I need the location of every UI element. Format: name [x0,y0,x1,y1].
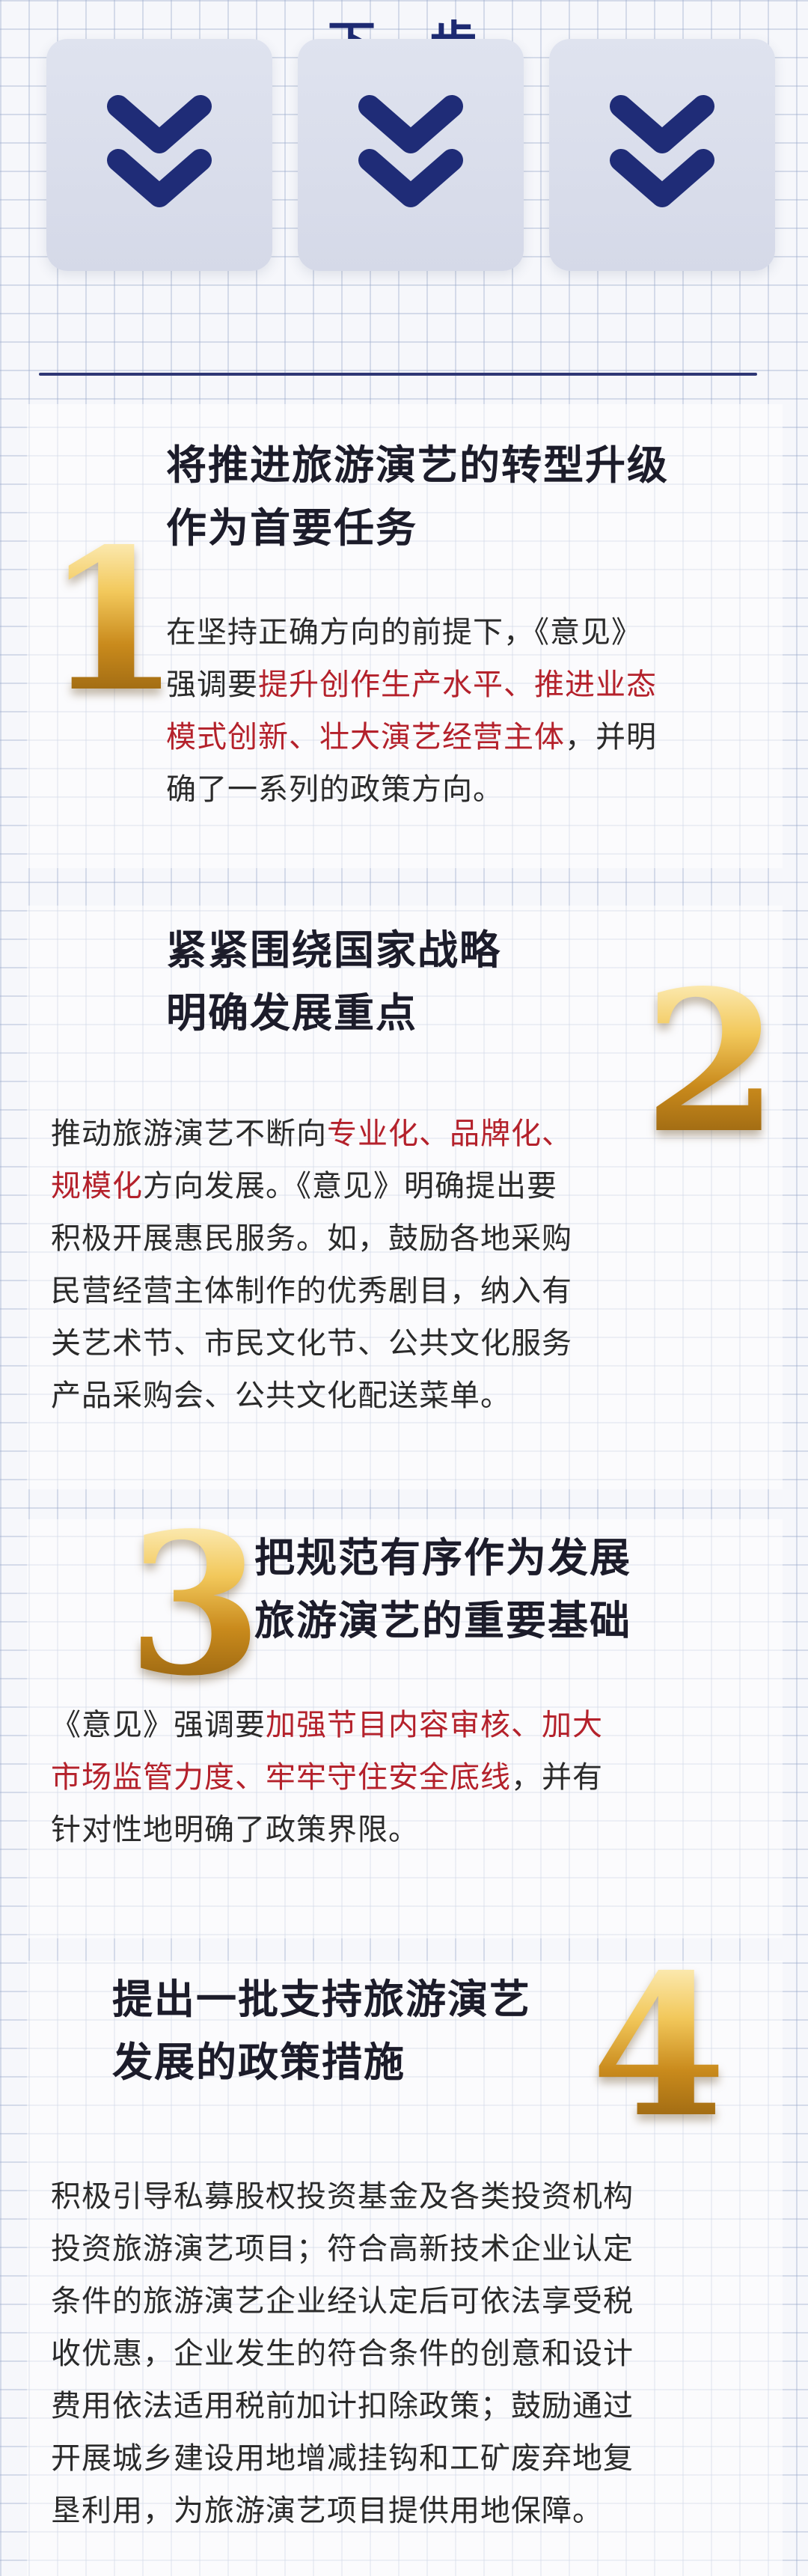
body-text: 《意见》强调要 [51,1708,266,1742]
section-4-number: 4 [591,1932,726,2161]
body-text: 方向发展。《意见》明确提出要 [143,1169,557,1203]
body-line: 规模化方向发展。《意见》明确提出要 [51,1160,572,1212]
body-text: ，并明 [565,720,657,754]
body-text: 条件的旅游演艺企业经认定后可依法享受税 [51,2284,634,2319]
section-3-heading: 把规范有序作为发展 旅游演艺的重要基础 [254,1527,631,1652]
highlight-text: 规模化 [51,1169,143,1203]
section-2-number: 2 [643,948,779,1176]
body-line: 费用依法适用税前加计扣除政策；鼓励通过 [51,2380,634,2432]
body-line: 积极开展惠民服务。如，鼓励各地采购 [51,1212,572,1265]
section-4-heading: 提出一批支持旅游演艺 发展的政策措施 [112,1968,531,2094]
chevron-card-1 [46,39,272,271]
heading-line: 明确发展重点 [166,989,417,1037]
chevron-card-3 [549,39,775,271]
body-text: 民营经营主体制作的优秀剧目，纳入有 [51,1274,572,1308]
heading-line: 发展的政策措施 [112,2039,405,2086]
heading-line: 提出一批支持旅游演艺 [112,1976,531,2023]
body-text: 产品采购会、公共文化配送菜单。 [51,1379,511,1413]
body-line: 投资旅游演艺项目；符合高新技术企业认定 [51,2223,634,2275]
body-line: 条件的旅游演艺企业经认定后可依法享受税 [51,2275,634,2328]
body-text: 积极开展惠民服务。如，鼓励各地采购 [51,1221,572,1256]
body-line: 关艺术节、市民文化节、公共文化服务 [51,1317,572,1370]
highlight-text: 专业化、品牌化、 [327,1117,572,1151]
highlight-text: 模式创新、壮大演艺经营主体 [166,720,565,754]
heading-line: 把规范有序作为发展 [254,1534,631,1581]
body-text: ，并有 [511,1760,603,1795]
body-line: 开展城乡建设用地增减挂钩和工矿废弃地复 [51,2432,634,2485]
body-text: 针对性地明确了政策界限。 [51,1813,419,1847]
section-2-body: 推动旅游演艺不断向专业化、品牌化、 规模化方向发展。《意见》明确提出要 积极开展惠民… [51,1108,572,1422]
body-text: 积极引导私募股权投资基金及各类投资机构 [51,2179,634,2214]
body-line: 在坚持正确方向的前提下，《意见》 [166,606,657,659]
body-text: 确了一系列的政策方向。 [166,772,504,807]
body-line: 针对性地明确了政策界限。 [51,1804,603,1856]
section-4-body: 积极引导私募股权投资基金及各类投资机构 投资旅游演艺项目；符合高新技术企业认定 条件… [51,2170,634,2537]
body-text: 关艺术节、市民文化节、公共文化服务 [51,1326,572,1361]
highlight-text: 提升创作生产水平、推进业态 [258,668,657,702]
body-text: 在坚持正确方向的前提下，《意见》 [166,615,642,650]
body-line: 收优惠，企业发生的符合条件的创意和设计 [51,2328,634,2380]
heading-line: 将推进旅游演艺的转型升级 [166,442,669,489]
section-1-body: 在坚持正确方向的前提下，《意见》 强调要提升创作生产水平、推进业态 模式创新、壮大演… [166,606,657,816]
heading-line: 作为首要任务 [166,504,417,552]
body-text: 收优惠，企业发生的符合条件的创意和设计 [51,2337,634,2371]
double-chevron-down-icon [107,95,212,207]
body-text: 强调要 [166,668,258,702]
body-text: 垦利用，为旅游演艺项目提供用地保障。 [51,2494,603,2528]
section-1-number: 1 [45,507,180,735]
section-2-heading: 紧紧围绕国家战略 明确发展重点 [166,919,501,1045]
body-line: 强调要提升创作生产水平、推进业态 [166,659,657,711]
section-3-body: 《意见》强调要加强节目内容审核、加大 市场监管力度、牢牢守住安全底线，并有 针对性地… [51,1699,603,1856]
chevron-card-2 [298,39,524,271]
body-line: 推动旅游演艺不断向专业化、品牌化、 [51,1108,572,1160]
body-text: 费用依法适用税前加计扣除政策；鼓励通过 [51,2389,634,2423]
highlight-text: 市场监管力度、牢牢守住安全底线 [51,1760,511,1795]
highlight-text: 加强节目内容审核、加大 [266,1708,603,1742]
section-1-heading: 将推进旅游演艺的转型升级 作为首要任务 [166,434,669,560]
body-line: 模式创新、壮大演艺经营主体，并明 [166,711,657,763]
section-divider [39,373,757,376]
body-line: 民营经营主体制作的优秀剧目，纳入有 [51,1265,572,1317]
double-chevron-down-icon [358,95,463,207]
body-line: 市场监管力度、牢牢守住安全底线，并有 [51,1751,603,1804]
double-chevron-down-icon [610,95,714,207]
heading-line: 旅游演艺的重要基础 [254,1597,631,1644]
body-line: 垦利用，为旅游演艺项目提供用地保障。 [51,2485,634,2537]
body-line: 积极引导私募股权投资基金及各类投资机构 [51,2170,634,2223]
body-text: 投资旅游演艺项目；符合高新技术企业认定 [51,2232,634,2266]
body-line: 《意见》强调要加强节目内容审核、加大 [51,1699,603,1751]
body-line: 确了一系列的政策方向。 [166,763,657,816]
body-line: 产品采购会、公共文化配送菜单。 [51,1370,572,1422]
body-text: 推动旅游演艺不断向 [51,1117,327,1151]
section-3-number: 3 [127,1491,263,1719]
body-text: 开展城乡建设用地增减挂钩和工矿废弃地复 [51,2441,634,2476]
heading-line: 紧紧围绕国家战略 [166,927,501,974]
